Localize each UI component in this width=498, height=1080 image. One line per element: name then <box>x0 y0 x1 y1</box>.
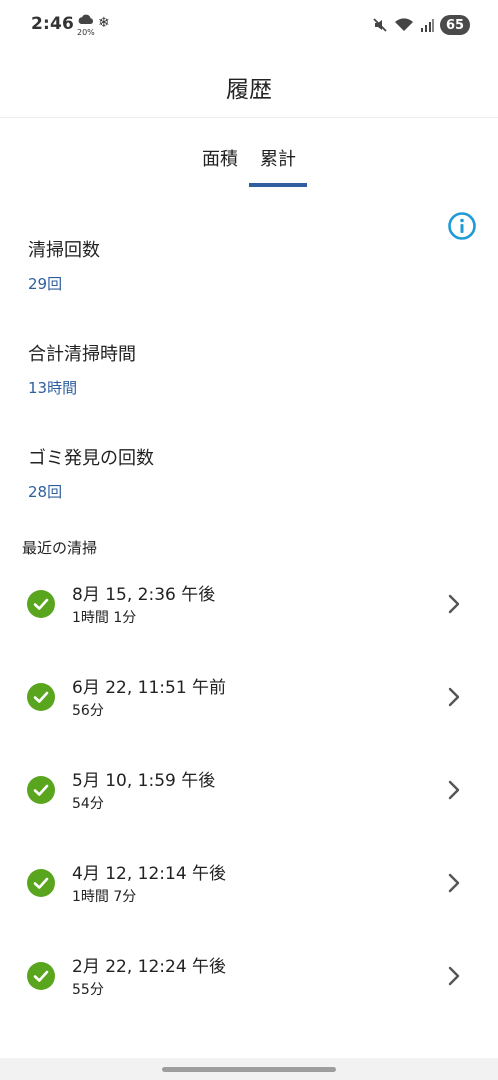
recent-cleaning-row[interactable]: 8月 15, 2:36 午後 1時間 1分 <box>0 572 498 652</box>
stat-cleaning-count-label: 清掃回数 <box>28 240 100 261</box>
check-circle-icon <box>27 590 55 618</box>
stat-total-time-value: 13時間 <box>28 379 78 397</box>
page-title: 履歴 <box>226 77 272 103</box>
chevron-right-icon <box>448 873 460 893</box>
chevron-right-icon <box>448 780 460 800</box>
cleaning-date: 4月 12, 12:14 午後 <box>72 864 227 884</box>
cloud-rain-icon: 20% <box>77 14 95 37</box>
system-nav-bar <box>0 1058 498 1080</box>
cleaning-date: 2月 22, 12:24 午後 <box>72 957 227 977</box>
status-bar: 2:46 20% ❄ 65 <box>0 0 498 50</box>
cleaning-duration: 1時間 7分 <box>72 889 137 905</box>
tab-area[interactable]: 面積 <box>202 145 238 171</box>
tab-selected-indicator <box>249 183 307 187</box>
recent-cleaning-row[interactable]: 2月 22, 12:24 午後 55分 <box>0 944 498 1024</box>
chevron-right-icon <box>448 687 460 707</box>
cleaning-duration: 1時間 1分 <box>72 610 137 626</box>
recent-cleaning-row[interactable]: 5月 10, 1:59 午後 54分 <box>0 758 498 838</box>
check-circle-icon <box>27 776 55 804</box>
history-screen: 2:46 20% ❄ 65 履歴 面積 累計 清掃回数 29回 合計清掃時間 1… <box>0 0 498 1080</box>
check-circle-icon <box>27 683 55 711</box>
tab-bar: 面積 累計 <box>0 140 498 190</box>
recent-cleaning-row[interactable]: 6月 22, 11:51 午前 56分 <box>0 665 498 745</box>
cleaning-duration: 54分 <box>72 796 104 812</box>
chevron-right-icon <box>448 594 460 614</box>
cleaning-date: 5月 10, 1:59 午後 <box>72 771 216 791</box>
stat-debris-count-value: 28回 <box>28 483 63 501</box>
cleaning-duration: 56分 <box>72 703 104 719</box>
check-circle-icon <box>27 962 55 990</box>
stat-debris-count-label: ゴミ発見の回数 <box>28 448 154 469</box>
signal-icon <box>421 19 434 32</box>
check-circle-icon <box>27 869 55 897</box>
rain-chance: 20% <box>77 28 95 37</box>
snowflake-icon: ❄ <box>98 15 110 31</box>
chevron-right-icon <box>448 966 460 986</box>
stat-total-time-label: 合計清掃時間 <box>28 344 136 365</box>
cleaning-date: 8月 15, 2:36 午後 <box>72 585 216 605</box>
cleaning-date: 6月 22, 11:51 午前 <box>72 678 227 698</box>
stat-cleaning-count-value: 29回 <box>28 275 63 293</box>
status-time: 2:46 <box>31 14 75 34</box>
home-gesture-handle[interactable] <box>162 1067 336 1072</box>
mute-icon <box>373 18 387 32</box>
recent-cleanings-title: 最近の清掃 <box>22 539 98 557</box>
tab-cumulative[interactable]: 累計 <box>260 145 296 171</box>
cleaning-duration: 55分 <box>72 982 104 998</box>
wifi-icon <box>395 18 413 31</box>
battery-icon: 65 <box>440 15 470 35</box>
status-icons: 65 <box>372 14 470 36</box>
recent-cleaning-row[interactable]: 4月 12, 12:14 午後 1時間 7分 <box>0 851 498 931</box>
app-header: 履歴 <box>0 50 498 118</box>
info-icon[interactable] <box>447 211 477 241</box>
